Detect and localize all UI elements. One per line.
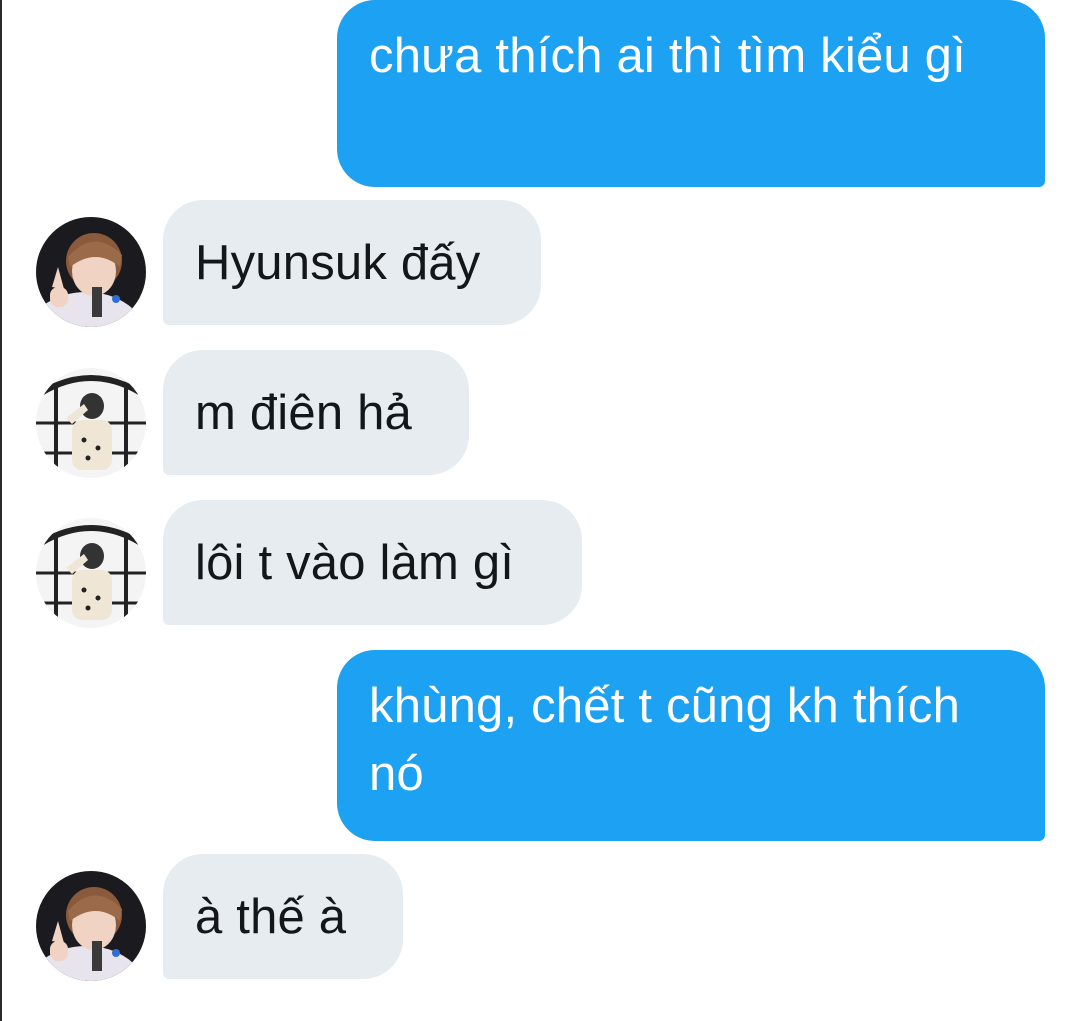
message-bubble-outgoing[interactable]: chưa thích ai thì tìm kiểu gì — [337, 0, 1045, 187]
message-bubble-incoming[interactable]: à thế à — [163, 854, 403, 979]
message-bubble-incoming[interactable]: Hyunsuk đấy — [163, 200, 541, 325]
message-text: m điên hả — [195, 385, 412, 440]
message-text: Hyunsuk đấy — [195, 235, 481, 290]
message-text: khùng, chết t cũng kh thích nó — [369, 679, 961, 801]
avatar-a-icon[interactable] — [36, 217, 146, 327]
message-text: à thế à — [195, 889, 347, 944]
left-border-line — [0, 0, 2, 1021]
avatar-a-icon[interactable] — [36, 871, 146, 981]
message-bubble-incoming[interactable]: lôi t vào làm gì — [163, 500, 582, 625]
avatar-b-icon[interactable] — [36, 368, 146, 478]
message-text: lôi t vào làm gì — [195, 535, 515, 590]
message-text: chưa thích ai thì tìm kiểu gì — [369, 29, 966, 83]
message-bubble-outgoing[interactable]: khùng, chết t cũng kh thích nó — [337, 650, 1045, 841]
message-bubble-incoming[interactable]: m điên hả — [163, 350, 469, 475]
avatar-b-icon[interactable] — [36, 518, 146, 628]
